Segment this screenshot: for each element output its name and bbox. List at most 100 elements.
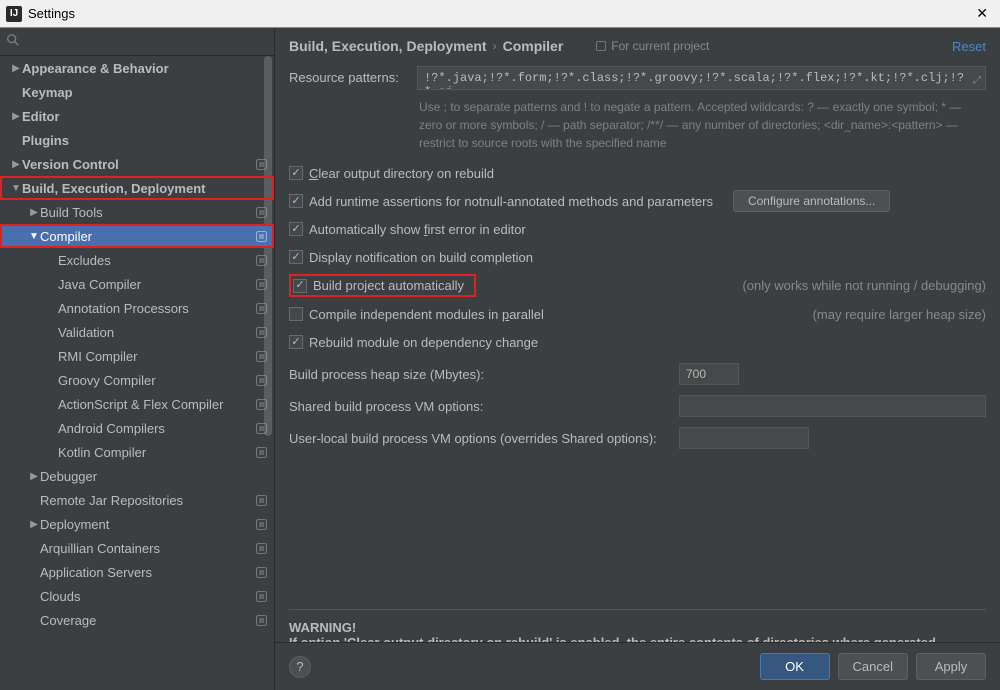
tree-arrow-icon: ▶	[10, 63, 22, 74]
footer: ? OK Cancel Apply	[275, 642, 1000, 690]
project-tag-icon	[254, 325, 268, 339]
user-vm-label: User-local build process VM options (ove…	[289, 431, 669, 446]
first-error-label[interactable]: Automatically show first error in editor	[309, 222, 526, 237]
tree-arrow-icon: ▶	[10, 159, 22, 170]
tree-item-label: Android Compilers	[58, 421, 250, 436]
tree-arrow-icon: ▼	[10, 183, 22, 194]
reset-link[interactable]: Reset	[952, 39, 986, 54]
titlebar: IJ Settings ✕	[0, 0, 1000, 28]
warning-block: WARNING! If option 'Clear output directo…	[289, 609, 986, 642]
search-input[interactable]	[20, 32, 268, 51]
build-auto-checkbox[interactable]	[293, 279, 307, 293]
clear-output-checkbox[interactable]	[289, 166, 303, 180]
tree-item-validation[interactable]: Validation	[0, 320, 274, 344]
tree-item-rmi-compiler[interactable]: RMI Compiler	[0, 344, 274, 368]
tree-item-label: Appearance & Behavior	[22, 61, 268, 76]
build-auto-label[interactable]: Build project automatically	[313, 278, 464, 293]
tree-item-kotlin-compiler[interactable]: Kotlin Compiler	[0, 440, 274, 464]
tree-item-keymap[interactable]: Keymap	[0, 80, 274, 104]
project-tag-icon	[254, 277, 268, 291]
tree-item-remote-jar-repositories[interactable]: Remote Jar Repositories	[0, 488, 274, 512]
notify-label[interactable]: Display notification on build completion	[309, 250, 533, 265]
tree-item-label: RMI Compiler	[58, 349, 250, 364]
project-tag-icon	[254, 253, 268, 267]
shared-vm-input[interactable]	[679, 395, 986, 417]
tree-item-label: ActionScript & Flex Compiler	[58, 397, 250, 412]
tree-item-arquillian-containers[interactable]: Arquillian Containers	[0, 536, 274, 560]
tree-item-label: Keymap	[22, 85, 268, 100]
cancel-button[interactable]: Cancel	[838, 653, 908, 680]
tree-item-label: Editor	[22, 109, 268, 124]
apply-button[interactable]: Apply	[916, 653, 986, 680]
heap-label: Build process heap size (Mbytes):	[289, 367, 669, 382]
tree-item-build-tools[interactable]: ▶Build Tools	[0, 200, 274, 224]
build-auto-note: (only works while not running / debuggin…	[722, 278, 986, 293]
chevron-right-icon: ›	[493, 39, 497, 53]
settings-tree[interactable]: ▶Appearance & BehaviorKeymap▶EditorPlugi…	[0, 56, 274, 690]
tree-item-excludes[interactable]: Excludes	[0, 248, 274, 272]
search-icon	[6, 33, 20, 50]
tree-item-plugins[interactable]: Plugins	[0, 128, 274, 152]
tree-item-label: Coverage	[40, 613, 250, 628]
tree-item-deployment[interactable]: ▶Deployment	[0, 512, 274, 536]
tree-item-editor[interactable]: ▶Editor	[0, 104, 274, 128]
tree-item-android-compilers[interactable]: Android Compilers	[0, 416, 274, 440]
tree-item-label: Remote Jar Repositories	[40, 493, 250, 508]
runtime-assert-label[interactable]: Add runtime assertions for notnull-annot…	[309, 194, 713, 209]
parallel-label[interactable]: Compile independent modules in parallel	[309, 307, 544, 322]
close-icon[interactable]: ✕	[970, 5, 994, 22]
tree-item-label: Version Control	[22, 157, 250, 172]
tree-item-label: Build Tools	[40, 205, 250, 220]
clear-output-label[interactable]: Clear output directory on rebuild	[309, 166, 494, 181]
expand-icon[interactable]: ⤢	[973, 75, 981, 87]
tree-item-application-servers[interactable]: Application Servers	[0, 560, 274, 584]
tree-item-label: Validation	[58, 325, 250, 340]
tree-item-label: Compiler	[40, 229, 250, 244]
tree-item-version-control[interactable]: ▶Version Control	[0, 152, 274, 176]
tree-item-label: Kotlin Compiler	[58, 445, 250, 460]
window-title: Settings	[28, 6, 75, 21]
configure-annotations-button[interactable]: Configure annotations...	[733, 190, 890, 212]
tree-item-label: Excludes	[58, 253, 250, 268]
project-tag-icon	[254, 421, 268, 435]
breadcrumb: Build, Execution, Deployment › Compiler …	[289, 38, 942, 54]
tree-item-groovy-compiler[interactable]: Groovy Compiler	[0, 368, 274, 392]
heap-input[interactable]	[679, 363, 739, 385]
sidebar: ▶Appearance & BehaviorKeymap▶EditorPlugi…	[0, 28, 275, 690]
tree-item-annotation-processors[interactable]: Annotation Processors	[0, 296, 274, 320]
tree-arrow-icon: ▶	[28, 471, 40, 482]
tree-item-label: Groovy Compiler	[58, 373, 250, 388]
project-tag-icon	[254, 493, 268, 507]
tree-item-build-execution-deployment[interactable]: ▼Build, Execution, Deployment	[0, 176, 274, 200]
tree-item-actionscript-flex-compiler[interactable]: ActionScript & Flex Compiler	[0, 392, 274, 416]
parallel-checkbox[interactable]	[289, 307, 303, 321]
help-button[interactable]: ?	[289, 656, 311, 678]
project-tag-icon	[254, 613, 268, 627]
tree-item-appearance-behavior[interactable]: ▶Appearance & Behavior	[0, 56, 274, 80]
tree-item-label: Annotation Processors	[58, 301, 250, 316]
tree-item-coverage[interactable]: Coverage	[0, 608, 274, 632]
resource-patterns-input[interactable]: !?*.java;!?*.form;!?*.class;!?*.groovy;!…	[417, 66, 986, 90]
resource-help-text: Use ; to separate patterns and ! to nega…	[419, 98, 986, 152]
tree-item-label: Deployment	[40, 517, 250, 532]
build-auto-highlight: Build project automatically	[289, 274, 476, 297]
project-tag-icon	[254, 517, 268, 531]
rebuild-label[interactable]: Rebuild module on dependency change	[309, 335, 538, 350]
ok-button[interactable]: OK	[760, 653, 830, 680]
runtime-assert-checkbox[interactable]	[289, 194, 303, 208]
tree-item-label: Application Servers	[40, 565, 250, 580]
tree-item-compiler[interactable]: ▼Compiler	[0, 224, 274, 248]
user-vm-input[interactable]	[679, 427, 809, 449]
app-icon: IJ	[6, 6, 22, 22]
notify-checkbox[interactable]	[289, 250, 303, 264]
first-error-checkbox[interactable]	[289, 222, 303, 236]
rebuild-checkbox[interactable]	[289, 335, 303, 349]
tree-item-java-compiler[interactable]: Java Compiler	[0, 272, 274, 296]
parallel-note: (may require larger heap size)	[793, 307, 986, 322]
shared-vm-label: Shared build process VM options:	[289, 399, 669, 414]
tree-item-debugger[interactable]: ▶Debugger	[0, 464, 274, 488]
tree-item-label: Debugger	[40, 469, 268, 484]
tree-arrow-icon: ▼	[28, 231, 40, 242]
tree-item-clouds[interactable]: Clouds	[0, 584, 274, 608]
tree-item-label: Build, Execution, Deployment	[22, 181, 268, 196]
